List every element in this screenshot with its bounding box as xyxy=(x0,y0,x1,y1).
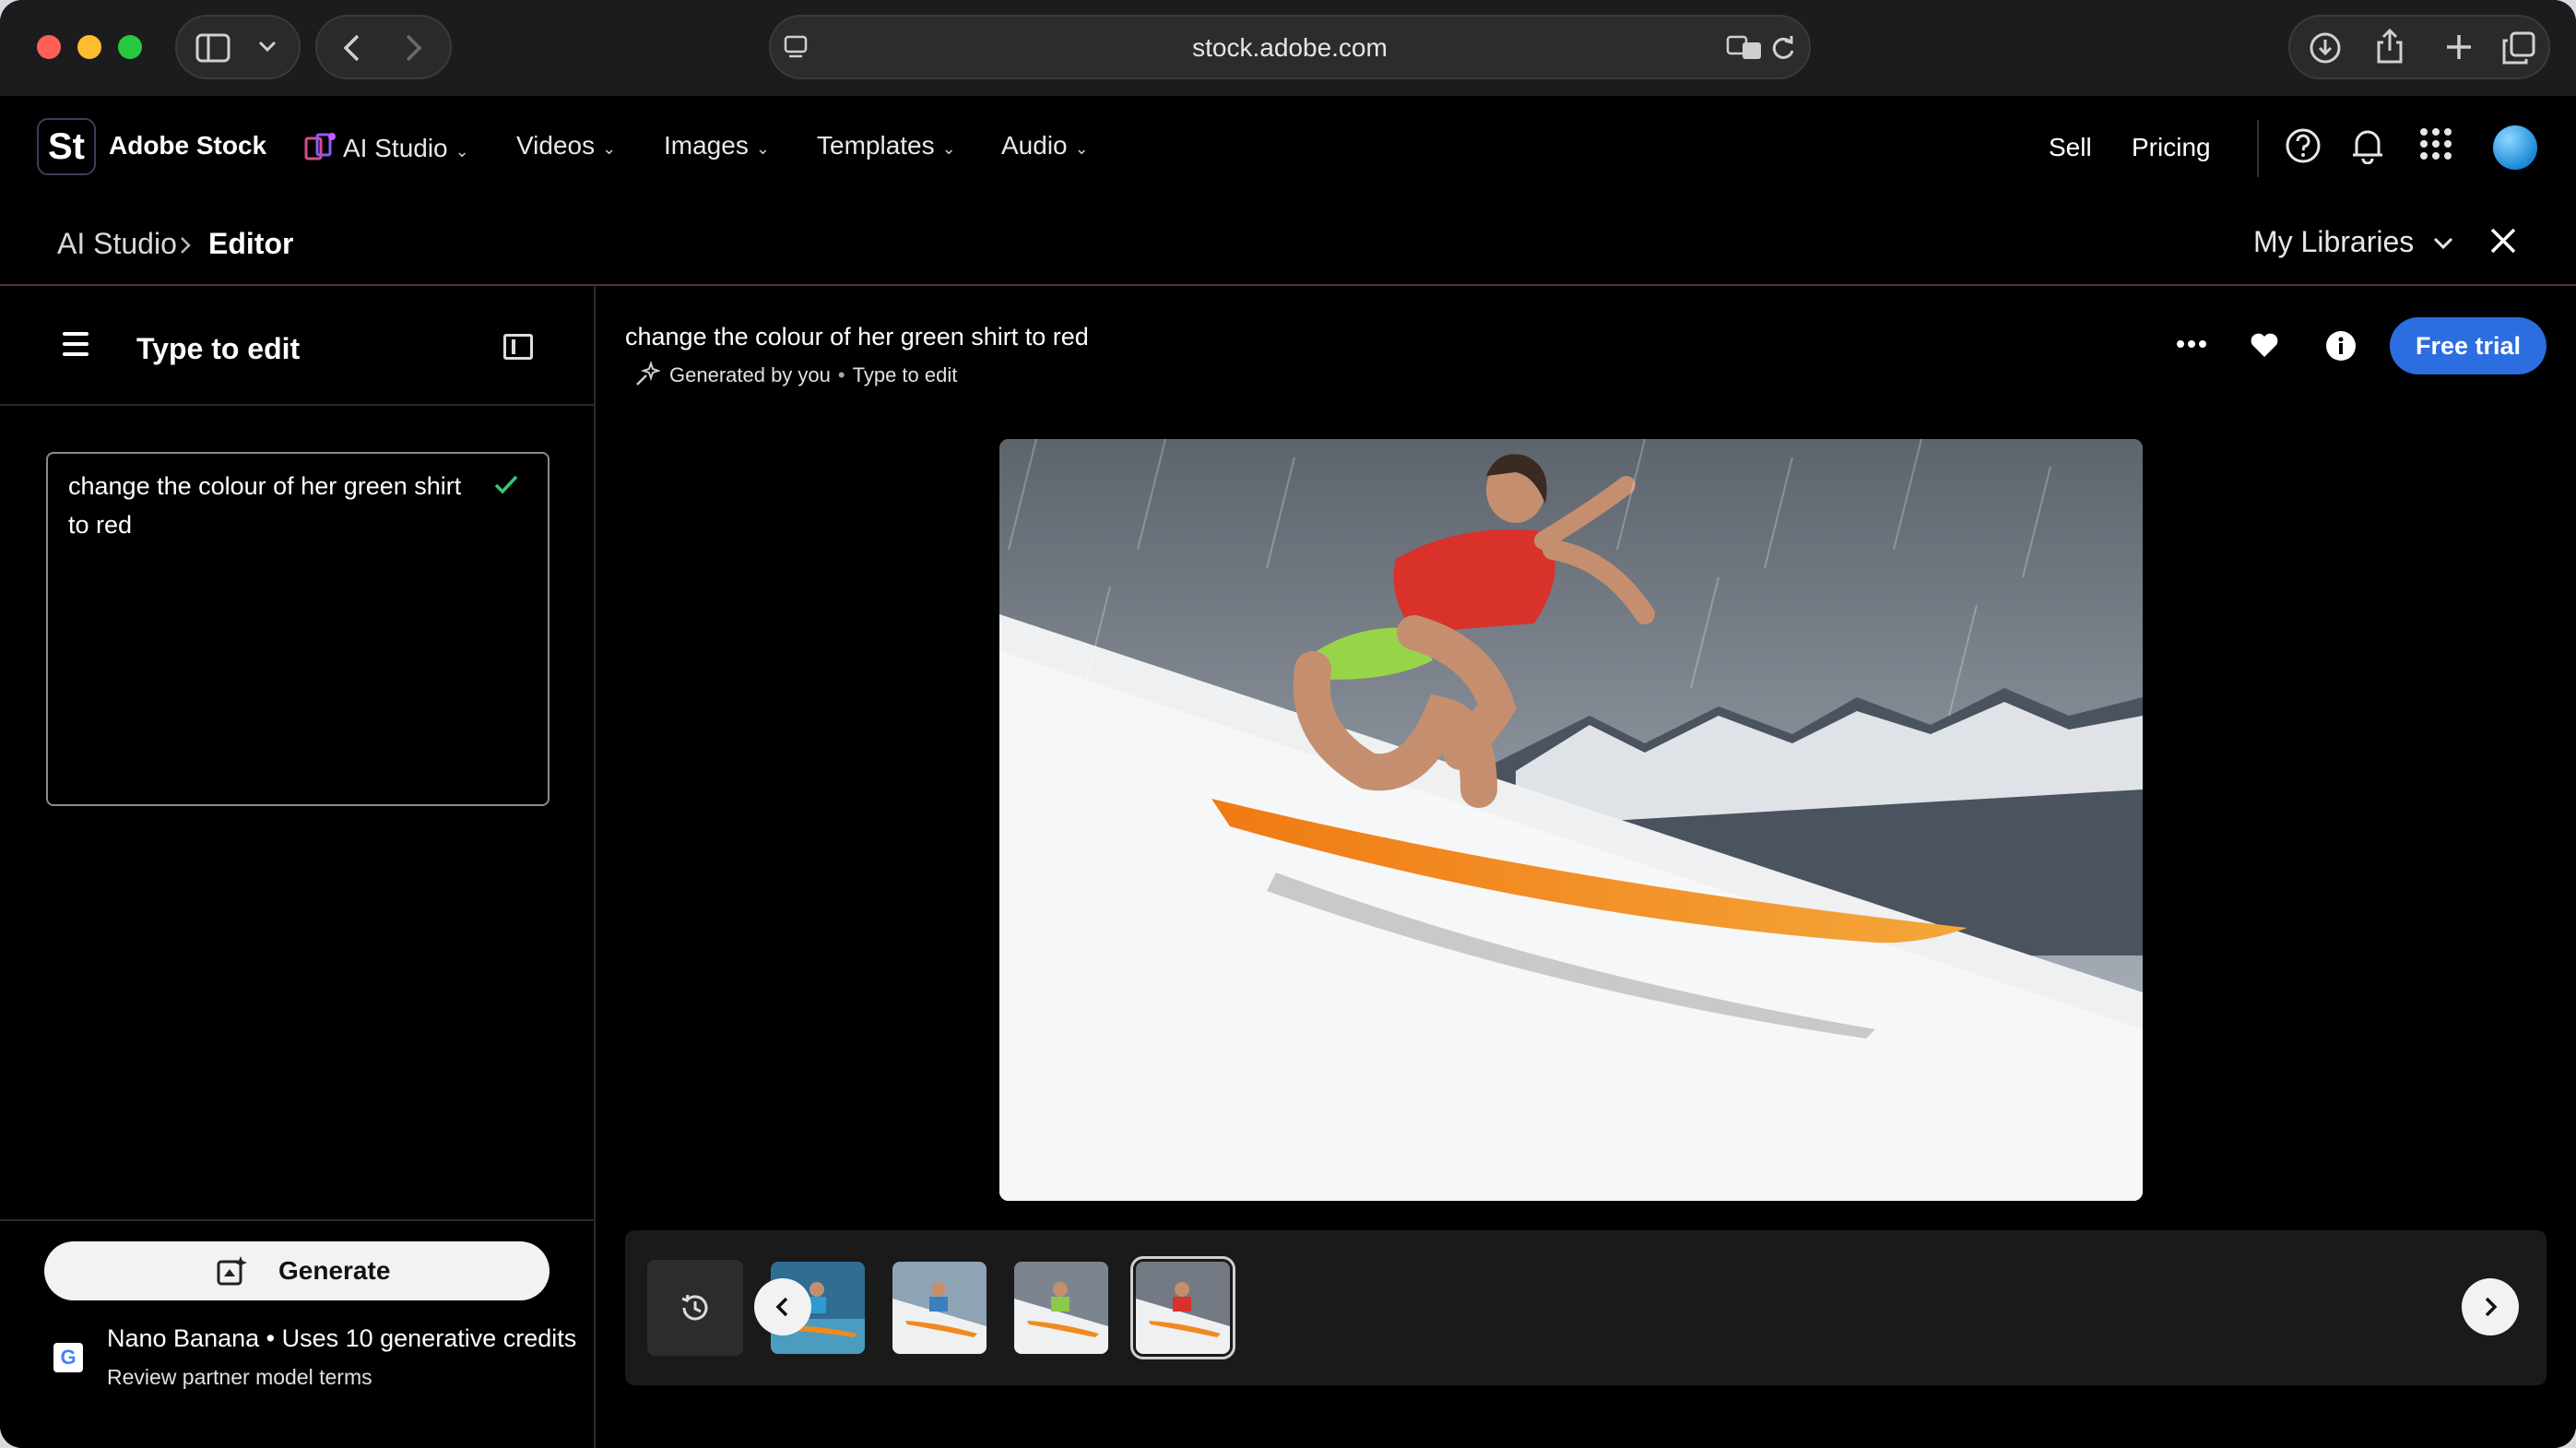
pricing-link[interactable]: Pricing xyxy=(2132,133,2211,162)
sell-link[interactable]: Sell xyxy=(2049,133,2092,162)
image-meta: Generated by you • Type to edit xyxy=(634,360,958,387)
chevron-down-icon: ⌄ xyxy=(941,139,956,158)
address-bar[interactable]: stock.adobe.com xyxy=(769,15,1811,79)
history-icon xyxy=(681,1294,708,1321)
chevron-down-icon[interactable] xyxy=(258,41,277,53)
bell-icon[interactable] xyxy=(2351,127,2384,164)
partner-terms-link[interactable]: Review partner model terms xyxy=(107,1365,372,1390)
breadcrumb-editor: Editor xyxy=(208,227,294,260)
back-icon[interactable] xyxy=(341,33,361,63)
share-icon[interactable] xyxy=(2375,28,2405,65)
nav-videos[interactable]: Videos ⌄ xyxy=(516,131,616,160)
tabs-icon[interactable] xyxy=(2502,31,2535,65)
free-trial-button[interactable]: Free trial xyxy=(2390,317,2546,374)
more-icon[interactable] xyxy=(2176,339,2207,349)
nav-templates[interactable]: Templates ⌄ xyxy=(817,131,956,160)
version-thumbnail-4-selected[interactable] xyxy=(1130,1256,1235,1359)
panel-divider xyxy=(0,1219,594,1221)
brand-name[interactable]: Adobe Stock xyxy=(109,131,266,160)
generate-icon xyxy=(217,1256,247,1286)
generated-image[interactable] xyxy=(999,439,2143,1201)
edit-mode: Type to edit xyxy=(852,363,958,386)
nav-audio[interactable]: Audio ⌄ xyxy=(1001,131,1089,160)
chevron-right-icon[interactable] xyxy=(2462,1278,2519,1335)
meta-separator: • xyxy=(837,363,845,386)
version-thumbnail-3[interactable] xyxy=(1014,1262,1108,1354)
google-logo: G xyxy=(53,1343,83,1372)
zoom-window-button[interactable] xyxy=(118,35,142,59)
generate-label: Generate xyxy=(278,1256,391,1285)
nav-label: Videos xyxy=(516,131,596,160)
download-icon[interactable] xyxy=(2309,31,2342,65)
edit-panel: Type to edit change the colour of her gr… xyxy=(0,286,596,1448)
history-nav-group xyxy=(315,15,452,79)
browser-window: stock.adobe.com St Adobe Stock AI Studio… xyxy=(0,0,2576,1448)
breadcrumb: AI Studio Editor My Libraries xyxy=(0,199,2576,286)
nav-label: Templates xyxy=(817,131,935,160)
edit-panel-header: Type to edit xyxy=(0,286,594,406)
nav-label: Audio xyxy=(1001,131,1068,160)
prompt-input[interactable]: change the colour of her green shirt to … xyxy=(46,452,549,806)
browser-actions-group xyxy=(2288,15,2550,79)
editor-main: change the colour of her green shirt to … xyxy=(596,286,2576,1448)
chevron-down-icon: ⌄ xyxy=(455,142,469,160)
chevron-left-icon[interactable] xyxy=(754,1278,811,1335)
chevron-down-icon: ⌄ xyxy=(1074,139,1089,158)
chevron-down-icon: ⌄ xyxy=(755,139,770,158)
close-icon[interactable] xyxy=(2489,227,2517,255)
reload-icon[interactable] xyxy=(1770,35,1796,63)
apps-grid-icon[interactable] xyxy=(2419,127,2452,160)
image-content xyxy=(999,439,2143,1201)
check-icon xyxy=(494,475,518,494)
hamburger-icon[interactable] xyxy=(63,332,89,362)
adobe-stock-logo[interactable]: St xyxy=(37,118,96,175)
nav-label: Images xyxy=(664,131,749,160)
chevron-down-icon xyxy=(2434,237,2453,250)
version-thumbnail-2[interactable] xyxy=(892,1262,987,1354)
nav-ai-studio[interactable]: AI Studio ⌄ xyxy=(304,131,469,163)
nav-images[interactable]: Images ⌄ xyxy=(664,131,770,160)
generated-by: Generated by you xyxy=(669,363,831,386)
prompt-text[interactable]: change the colour of her green shirt to … xyxy=(68,467,474,544)
panel-toggle-icon[interactable] xyxy=(503,334,533,360)
minimize-window-button[interactable] xyxy=(77,35,101,59)
sparkle-icon xyxy=(636,360,662,386)
close-window-button[interactable] xyxy=(37,35,61,59)
heart-icon[interactable] xyxy=(2250,332,2279,358)
version-strip xyxy=(625,1230,2546,1385)
sidebar-toggle-group[interactable] xyxy=(175,15,301,79)
app-header: St Adobe Stock AI Studio ⌄ Videos ⌄ Images… xyxy=(0,96,2576,199)
header-divider xyxy=(2257,120,2259,177)
translate-icon[interactable] xyxy=(1726,35,1763,61)
panel-title: Type to edit xyxy=(136,332,301,365)
help-icon[interactable] xyxy=(2285,127,2322,164)
history-button[interactable] xyxy=(647,1260,743,1356)
avatar[interactable] xyxy=(2493,125,2537,170)
image-title: change the colour of her green shirt to … xyxy=(625,323,1089,350)
sidebar-icon[interactable] xyxy=(195,33,230,63)
forward-icon[interactable] xyxy=(404,33,424,63)
ai-studio-icon xyxy=(304,133,336,160)
generate-button[interactable]: Generate xyxy=(44,1241,549,1300)
my-libraries-dropdown[interactable]: My Libraries xyxy=(2253,225,2453,259)
chevron-right-icon xyxy=(181,237,191,254)
chevron-down-icon: ⌄ xyxy=(602,139,617,158)
model-info: Nano Banana • Uses 10 generative credits xyxy=(107,1324,577,1352)
nav-label: AI Studio xyxy=(343,134,448,162)
info-icon[interactable] xyxy=(2325,330,2357,362)
address-text: stock.adobe.com xyxy=(1192,33,1388,62)
browser-toolbar: stock.adobe.com xyxy=(0,0,2576,96)
plus-icon[interactable] xyxy=(2445,33,2473,61)
breadcrumb-ai-studio[interactable]: AI Studio xyxy=(57,227,177,261)
my-libraries-label: My Libraries xyxy=(2253,225,2415,258)
